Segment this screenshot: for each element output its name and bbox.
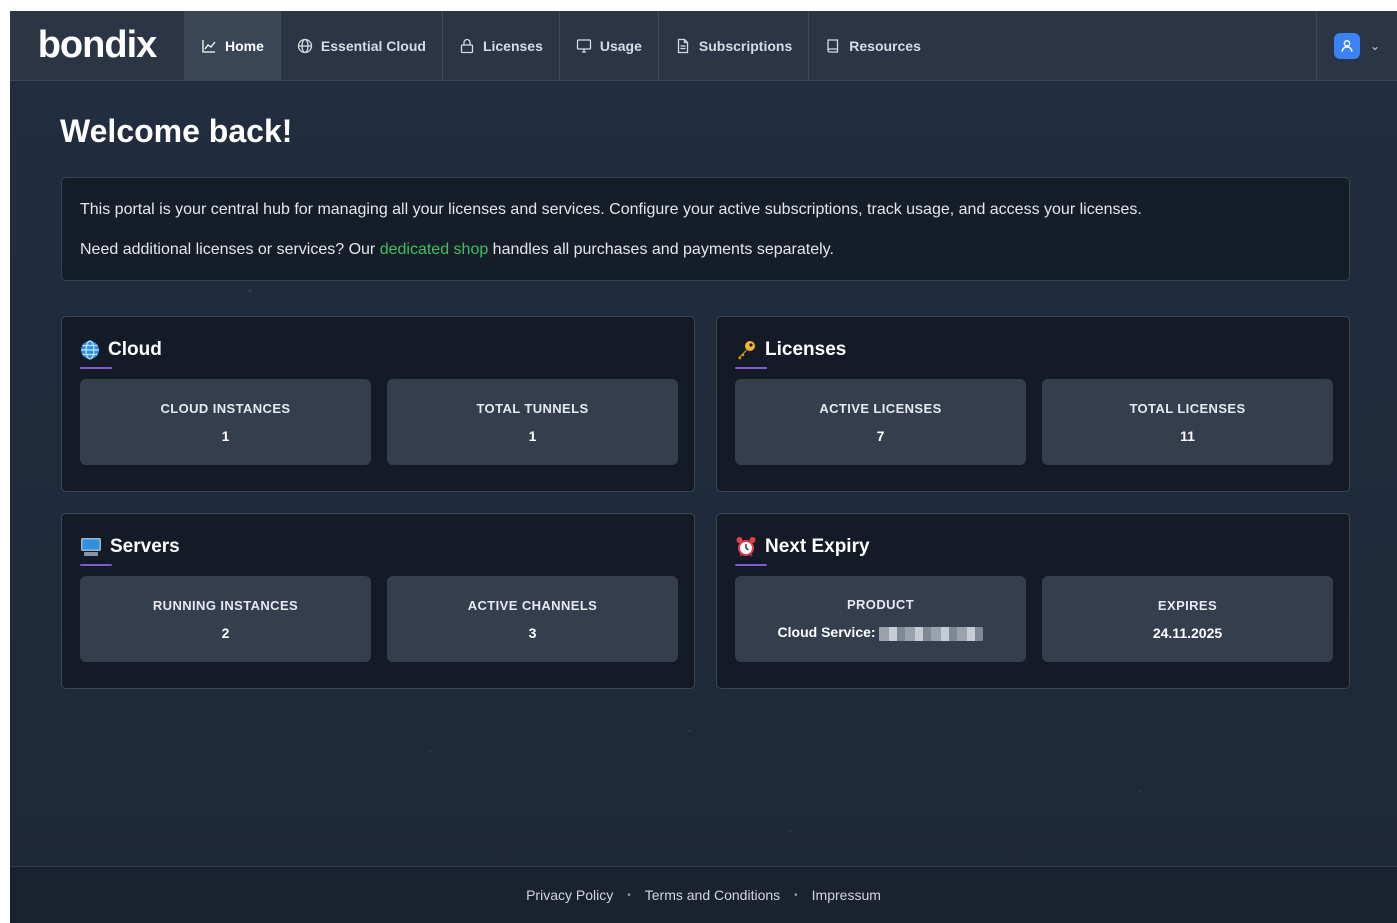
stat-cloud-instances: CLOUD INSTANCES 1 (80, 379, 371, 465)
globe-emoji-icon (81, 340, 99, 360)
stat-value-product: Cloud Service: (777, 624, 984, 641)
stat-expires: EXPIRES 24.11.2025 (1042, 576, 1333, 662)
intro-text-1: This portal is your central hub for mana… (80, 201, 1142, 218)
nav-resources-label: Resources (849, 37, 921, 54)
avatar[interactable] (1333, 32, 1360, 59)
stat-label: TOTAL LICENSES (1129, 400, 1246, 416)
title-underline (735, 564, 767, 566)
title-underline (80, 564, 112, 566)
footer-separator: • (627, 889, 631, 901)
stat-product: PRODUCT Cloud Service: (735, 576, 1026, 662)
key-emoji-icon (738, 341, 755, 360)
licenses-card-title: Licenses (735, 339, 846, 361)
cloud-card-title: Cloud (80, 339, 162, 361)
licenses-card: Licenses ACTIVE LICENSES 7 TOTAL LICENSE… (716, 316, 1350, 492)
stat-running-instances: RUNNING INSTANCES 2 (80, 576, 371, 662)
stat-value: 11 (1180, 427, 1195, 444)
stat-total-licenses: TOTAL LICENSES 11 (1042, 379, 1333, 465)
nav-subscriptions[interactable]: Subscriptions (657, 11, 808, 80)
stat-value: 3 (528, 624, 537, 641)
shop-link[interactable]: dedicated shop (380, 241, 489, 258)
book-icon (827, 38, 839, 53)
stat-value: 1 (528, 427, 537, 444)
stat-label: CLOUD INSTANCES (160, 400, 291, 416)
nav-essential-cloud[interactable]: Essential Cloud (279, 11, 442, 80)
footer-separator: • (794, 889, 798, 901)
cloud-card: Cloud CLOUD INSTANCES 1 TOTAL TUNNELS 1 (61, 316, 695, 492)
stat-label: PRODUCT (846, 597, 915, 613)
stat-label: RUNNING INSTANCES (152, 597, 299, 613)
nav-home-label: Home (225, 37, 264, 54)
nav-licenses-label: Licenses (482, 37, 543, 54)
stat-value: 2 (221, 624, 230, 641)
nav-usage-label: Usage (599, 37, 642, 54)
stat-label: TOTAL TUNNELS (476, 400, 589, 416)
nav-usage[interactable]: Usage (558, 11, 658, 80)
brand-logo[interactable]: bondix (10, 11, 184, 80)
stat-active-licenses: ACTIVE LICENSES 7 (735, 379, 1026, 465)
cloud-card-title-text: Cloud (108, 339, 162, 360)
terms-link[interactable]: Terms and Conditions (645, 887, 780, 903)
nav-home[interactable]: Home (184, 11, 280, 80)
stat-total-tunnels: TOTAL TUNNELS 1 (387, 379, 678, 465)
product-name: Cloud Service: (777, 624, 876, 641)
intro-text-2-before: Need additional licenses or services? Ou… (80, 241, 380, 258)
chevron-down-icon[interactable]: ⌄ (1370, 39, 1380, 53)
globe-icon (297, 38, 313, 53)
intro-text-2: Need additional licenses or services? Ou… (80, 240, 1331, 260)
title-underline (735, 367, 767, 369)
intro-text-2-after: handles all purchases and payments separ… (488, 241, 834, 258)
lock-icon (460, 38, 474, 53)
servers-card: Servers RUNNING INSTANCES 2 ACTIVE CHANN… (61, 513, 695, 689)
next-expiry-card-title: Next Expiry (735, 536, 870, 558)
intro-panel: This portal is your central hub for mana… (61, 177, 1350, 281)
user-icon (1341, 39, 1353, 52)
licenses-card-title-text: Licenses (765, 339, 847, 360)
privacy-policy-link[interactable]: Privacy Policy (526, 887, 613, 903)
monitor-icon (576, 38, 592, 53)
nav-resources[interactable]: Resources (808, 11, 937, 80)
computer-emoji-icon (81, 538, 101, 556)
nav-licenses[interactable]: Licenses (441, 11, 559, 80)
user-menu[interactable]: ⌄ (1316, 11, 1397, 80)
redacted-text (879, 626, 984, 641)
alarm-clock-emoji-icon (736, 537, 756, 557)
stat-active-channels: ACTIVE CHANNELS 3 (387, 576, 678, 662)
app-window: bondix Home Essential Cloud Licenses Usa… (10, 11, 1397, 923)
stat-label: ACTIVE LICENSES (819, 400, 942, 416)
top-navbar: bondix Home Essential Cloud Licenses Usa… (10, 11, 1397, 81)
stat-value: 1 (221, 427, 230, 444)
chart-line-icon (202, 39, 216, 53)
servers-card-title: Servers (80, 536, 180, 558)
footer: Privacy Policy • Terms and Conditions • … (10, 866, 1397, 923)
stat-value: 24.11.2025 (1152, 624, 1223, 641)
document-icon (677, 38, 689, 53)
servers-card-title-text: Servers (110, 536, 180, 557)
stat-label: ACTIVE CHANNELS (467, 597, 598, 613)
stat-label: EXPIRES (1157, 597, 1218, 613)
title-underline (80, 367, 112, 369)
nav-subscriptions-label: Subscriptions (698, 37, 793, 54)
impressum-link[interactable]: Impressum (812, 887, 881, 903)
next-expiry-card: Next Expiry PRODUCT Cloud Service: EXPIR… (716, 513, 1350, 689)
next-expiry-card-title-text: Next Expiry (765, 536, 870, 557)
page-title: Welcome back! (60, 113, 293, 149)
stat-value: 7 (876, 427, 885, 444)
nav-essential-cloud-label: Essential Cloud (320, 37, 426, 54)
